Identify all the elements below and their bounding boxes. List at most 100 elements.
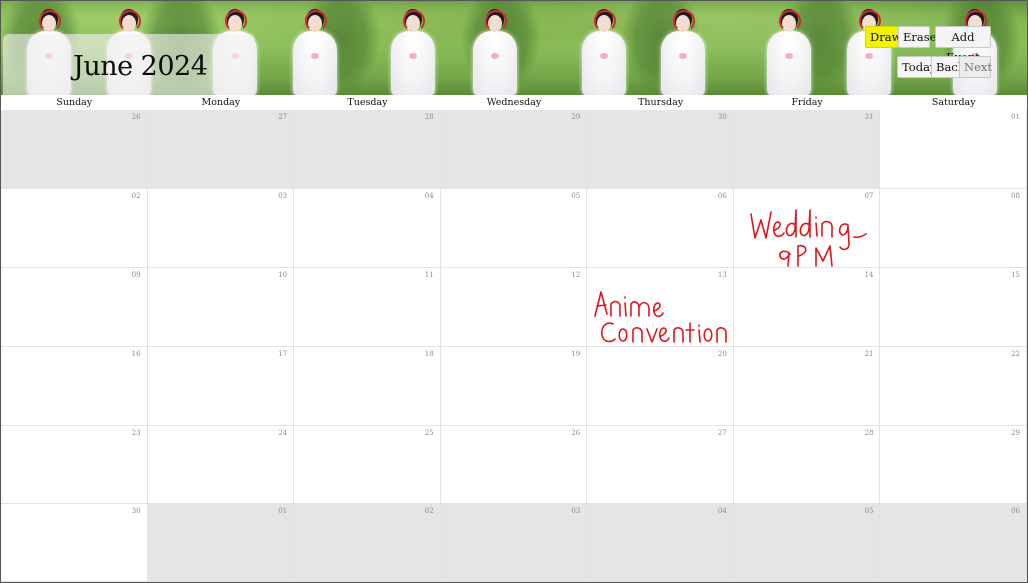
- day-cell[interactable]: 30: [587, 110, 734, 189]
- day-number: 28: [864, 429, 874, 437]
- day-cell[interactable]: 28: [294, 110, 441, 189]
- day-cell[interactable]: 27: [587, 426, 734, 504]
- day-cell[interactable]: 31: [733, 110, 881, 189]
- weekday-label-wednesday: Wednesday: [486, 97, 542, 108]
- day-cell[interactable]: 18: [294, 347, 441, 426]
- day-cell[interactable]: 28: [733, 426, 881, 504]
- day-cell[interactable]: 01: [147, 504, 295, 582]
- day-number: 13: [717, 271, 727, 279]
- day-cell[interactable]: 08: [880, 189, 1027, 268]
- day-cell[interactable]: 11: [294, 268, 441, 347]
- day-number: 20: [717, 350, 727, 358]
- day-number: 01: [278, 507, 288, 515]
- day-number: 09: [131, 271, 141, 279]
- day-number: 24: [278, 429, 288, 437]
- add-event-button[interactable]: Add Event: [935, 26, 991, 64]
- weekday-label-friday: Friday: [791, 97, 823, 108]
- day-cell[interactable]: 13: [587, 268, 734, 347]
- day-number: 16: [131, 350, 141, 358]
- day-number: 01: [1011, 113, 1020, 121]
- header-banner: June 2024 Draw Erase Add Event Today Bac…: [1, 1, 1027, 95]
- day-cell[interactable]: 29: [440, 110, 588, 189]
- day-number: 17: [278, 350, 288, 358]
- day-number: 22: [1011, 350, 1020, 358]
- day-number: 27: [717, 429, 727, 437]
- day-cell[interactable]: 27: [147, 110, 295, 189]
- day-cell[interactable]: 14: [733, 268, 881, 347]
- draw-button[interactable]: Draw: [865, 26, 901, 48]
- day-cell[interactable]: 06: [880, 504, 1027, 582]
- weekday-header: Sunday Monday Tuesday Wednesday Thursday Frid…: [1, 95, 1027, 111]
- day-cell[interactable]: 24: [147, 426, 295, 504]
- day-number: 08: [1011, 192, 1020, 200]
- day-number: 11: [424, 271, 434, 279]
- day-cell[interactable]: 22: [880, 347, 1027, 426]
- day-number: 26: [571, 429, 581, 437]
- day-number: 25: [424, 429, 434, 437]
- day-cell[interactable]: 26: [440, 426, 588, 504]
- day-cell[interactable]: 16: [1, 347, 148, 426]
- day-number: 04: [717, 507, 727, 515]
- banner-figure: [655, 9, 711, 95]
- day-cell[interactable]: 25: [294, 426, 441, 504]
- banner-figure: [287, 9, 343, 95]
- day-number: 31: [864, 113, 874, 121]
- month-grid: 26 27 28 29 30 31 01 02 03 04 05 06 07 08 09 10 11 12 13 14…: [1, 110, 1027, 582]
- banner-figure: [385, 9, 441, 95]
- day-cell[interactable]: 09: [1, 268, 148, 347]
- day-cell[interactable]: 05: [733, 504, 881, 582]
- day-cell[interactable]: 15: [880, 268, 1027, 347]
- day-cell[interactable]: 17: [147, 347, 295, 426]
- banner-figure: [576, 9, 632, 95]
- calendar-app: June 2024 Draw Erase Add Event Today Bac…: [0, 0, 1028, 583]
- day-number: 04: [424, 192, 434, 200]
- day-cell[interactable]: 10: [147, 268, 295, 347]
- day-cell[interactable]: 21: [733, 347, 881, 426]
- day-cell[interactable]: 02: [294, 504, 441, 582]
- day-number: 02: [131, 192, 141, 200]
- day-cell[interactable]: 05: [440, 189, 588, 268]
- day-cell[interactable]: 03: [147, 189, 295, 268]
- day-cell[interactable]: 26: [1, 110, 148, 189]
- day-number: 18: [424, 350, 434, 358]
- day-number: 03: [571, 507, 581, 515]
- weekday-label-thursday: Thursday: [638, 97, 684, 108]
- erase-button[interactable]: Erase: [898, 26, 936, 48]
- day-cell[interactable]: 06: [587, 189, 734, 268]
- day-cell[interactable]: 30: [1, 504, 148, 582]
- day-number: 05: [864, 507, 874, 515]
- month-title: June 2024: [73, 51, 208, 82]
- day-number: 30: [131, 507, 141, 515]
- day-number: 12: [571, 271, 581, 279]
- day-number: 14: [864, 271, 874, 279]
- day-number: 06: [717, 192, 727, 200]
- day-cell[interactable]: 29: [880, 426, 1027, 504]
- day-number: 07: [864, 192, 874, 200]
- day-number: 05: [571, 192, 581, 200]
- weekday-label-sunday: Sunday: [56, 97, 93, 108]
- day-number: 28: [424, 113, 434, 121]
- day-cell[interactable]: 19: [440, 347, 588, 426]
- day-cell[interactable]: 01: [880, 110, 1027, 189]
- day-number: 23: [131, 429, 141, 437]
- banner-figure: [761, 9, 817, 95]
- day-cell[interactable]: 03: [440, 504, 588, 582]
- day-cell[interactable]: 23: [1, 426, 148, 504]
- day-cell[interactable]: 12: [440, 268, 588, 347]
- day-cell[interactable]: 04: [294, 189, 441, 268]
- today-button[interactable]: Today: [897, 56, 936, 78]
- banner-figure: [467, 9, 523, 95]
- day-number: 19: [571, 350, 581, 358]
- day-number: 03: [278, 192, 288, 200]
- day-cell[interactable]: 20: [587, 347, 734, 426]
- day-number: 21: [864, 350, 874, 358]
- day-number: 06: [1011, 507, 1020, 515]
- day-number: 10: [278, 271, 288, 279]
- next-button[interactable]: Next: [959, 56, 992, 78]
- weekday-label-tuesday: Tuesday: [347, 97, 388, 108]
- day-number: 15: [1011, 271, 1020, 279]
- day-cell[interactable]: 02: [1, 189, 148, 268]
- day-number: 27: [278, 113, 288, 121]
- day-cell[interactable]: 04: [587, 504, 734, 582]
- day-cell[interactable]: 07: [733, 189, 881, 268]
